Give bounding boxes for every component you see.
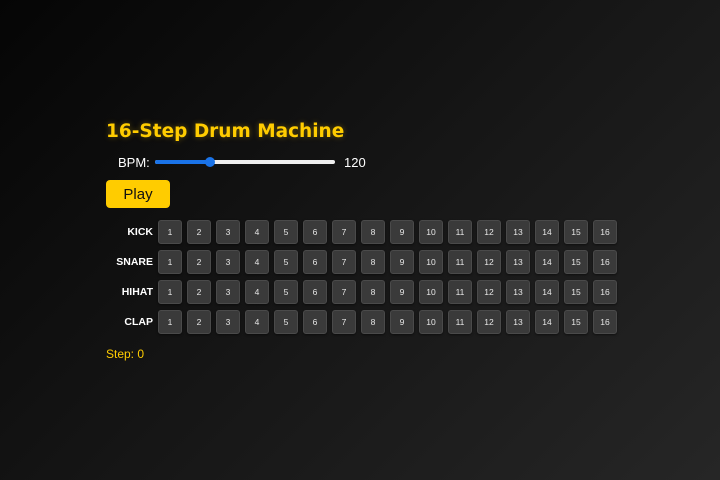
bpm-control: BPM: 120 (106, 152, 626, 172)
track-row-clap: CLAP 1 2 3 4 5 6 7 8 9 10 11 12 13 14 15 16 (106, 310, 622, 334)
track-label: KICK (127, 226, 153, 238)
step-row: 1 2 3 4 5 6 7 8 9 10 11 12 13 14 15 16 (158, 220, 622, 244)
track-row-hihat: HIHAT 1 2 3 4 5 6 7 8 9 10 11 12 13 14 15 16 (106, 280, 622, 304)
track-label: HIHAT (121, 286, 153, 298)
step-button-2[interactable]: 2 (187, 220, 211, 244)
step-button-13[interactable]: 13 (506, 250, 530, 274)
step-button-1[interactable]: 1 (158, 280, 182, 304)
step-button-7[interactable]: 7 (332, 310, 356, 334)
step-button-7[interactable]: 7 (332, 250, 356, 274)
step-button-12[interactable]: 12 (477, 250, 501, 274)
track-row-snare: SNARE 1 2 3 4 5 6 7 8 9 10 11 12 13 14 15 16 (106, 250, 622, 274)
track-label: SNARE (116, 256, 153, 268)
step-button-1[interactable]: 1 (158, 250, 182, 274)
page-title: 16-Step Drum Machine (106, 121, 345, 142)
step-button-9[interactable]: 9 (390, 310, 414, 334)
step-button-5[interactable]: 5 (274, 220, 298, 244)
step-button-16[interactable]: 16 (593, 310, 617, 334)
step-row: 1 2 3 4 5 6 7 8 9 10 11 12 13 14 15 16 (158, 250, 622, 274)
step-button-11[interactable]: 11 (448, 310, 472, 334)
step-button-1[interactable]: 1 (158, 220, 182, 244)
bpm-value: 120 (344, 155, 366, 170)
drum-machine-app: 16-Step Drum Machine BPM: 120 Play KICK … (106, 120, 626, 361)
step-button-14[interactable]: 14 (535, 250, 559, 274)
step-button-14[interactable]: 14 (535, 310, 559, 334)
step-button-14[interactable]: 14 (535, 280, 559, 304)
step-button-4[interactable]: 4 (245, 310, 269, 334)
step-button-4[interactable]: 4 (245, 250, 269, 274)
step-button-15[interactable]: 15 (564, 310, 588, 334)
step-button-3[interactable]: 3 (216, 220, 240, 244)
step-button-11[interactable]: 11 (448, 250, 472, 274)
step-button-2[interactable]: 2 (187, 310, 211, 334)
step-button-13[interactable]: 13 (506, 280, 530, 304)
track-label: CLAP (124, 316, 153, 328)
step-button-5[interactable]: 5 (274, 310, 298, 334)
step-button-16[interactable]: 16 (593, 220, 617, 244)
step-button-8[interactable]: 8 (361, 280, 385, 304)
step-button-15[interactable]: 15 (564, 220, 588, 244)
step-button-3[interactable]: 3 (216, 250, 240, 274)
step-row: 1 2 3 4 5 6 7 8 9 10 11 12 13 14 15 16 (158, 310, 622, 334)
step-button-8[interactable]: 8 (361, 310, 385, 334)
step-button-4[interactable]: 4 (245, 280, 269, 304)
bpm-slider-thumb[interactable] (205, 157, 216, 167)
step-button-7[interactable]: 7 (332, 280, 356, 304)
step-button-4[interactable]: 4 (245, 220, 269, 244)
step-button-9[interactable]: 9 (390, 250, 414, 274)
step-button-15[interactable]: 15 (564, 250, 588, 274)
step-button-16[interactable]: 16 (593, 250, 617, 274)
sequencer-grid: KICK 1 2 3 4 5 6 7 8 9 10 11 12 13 14 15 16 SNARE 12345… (106, 220, 622, 340)
step-button-8[interactable]: 8 (361, 220, 385, 244)
bpm-slider-fill (155, 160, 211, 164)
play-button[interactable]: Play (106, 180, 170, 208)
step-button-10[interactable]: 10 (419, 220, 443, 244)
step-button-5[interactable]: 5 (274, 250, 298, 274)
step-button-6[interactable]: 6 (303, 310, 327, 334)
step-button-7[interactable]: 7 (332, 220, 356, 244)
step-button-3[interactable]: 3 (216, 280, 240, 304)
step-row: 1 2 3 4 5 6 7 8 9 10 11 12 13 14 15 16 (158, 280, 622, 304)
step-button-11[interactable]: 11 (448, 280, 472, 304)
step-button-6[interactable]: 6 (303, 250, 327, 274)
step-button-14[interactable]: 14 (535, 220, 559, 244)
step-button-2[interactable]: 2 (187, 280, 211, 304)
step-button-2[interactable]: 2 (187, 250, 211, 274)
bpm-label: BPM: (118, 155, 150, 170)
step-button-9[interactable]: 9 (390, 220, 414, 244)
step-button-12[interactable]: 12 (477, 310, 501, 334)
step-button-10[interactable]: 10 (419, 310, 443, 334)
track-row-kick: KICK 1 2 3 4 5 6 7 8 9 10 11 12 13 14 15 16 (106, 220, 622, 244)
step-button-15[interactable]: 15 (564, 280, 588, 304)
step-button-6[interactable]: 6 (303, 280, 327, 304)
step-button-1[interactable]: 1 (158, 310, 182, 334)
step-button-13[interactable]: 13 (506, 220, 530, 244)
bpm-slider[interactable] (155, 157, 335, 167)
step-button-16[interactable]: 16 (593, 280, 617, 304)
step-button-10[interactable]: 10 (419, 280, 443, 304)
step-button-12[interactable]: 12 (477, 280, 501, 304)
step-button-5[interactable]: 5 (274, 280, 298, 304)
step-button-3[interactable]: 3 (216, 310, 240, 334)
step-status: Step: 0 (106, 347, 145, 361)
step-button-13[interactable]: 13 (506, 310, 530, 334)
step-button-9[interactable]: 9 (390, 280, 414, 304)
step-button-10[interactable]: 10 (419, 250, 443, 274)
step-button-12[interactable]: 12 (477, 220, 501, 244)
step-button-8[interactable]: 8 (361, 250, 385, 274)
step-button-11[interactable]: 11 (448, 220, 472, 244)
step-button-6[interactable]: 6 (303, 220, 327, 244)
